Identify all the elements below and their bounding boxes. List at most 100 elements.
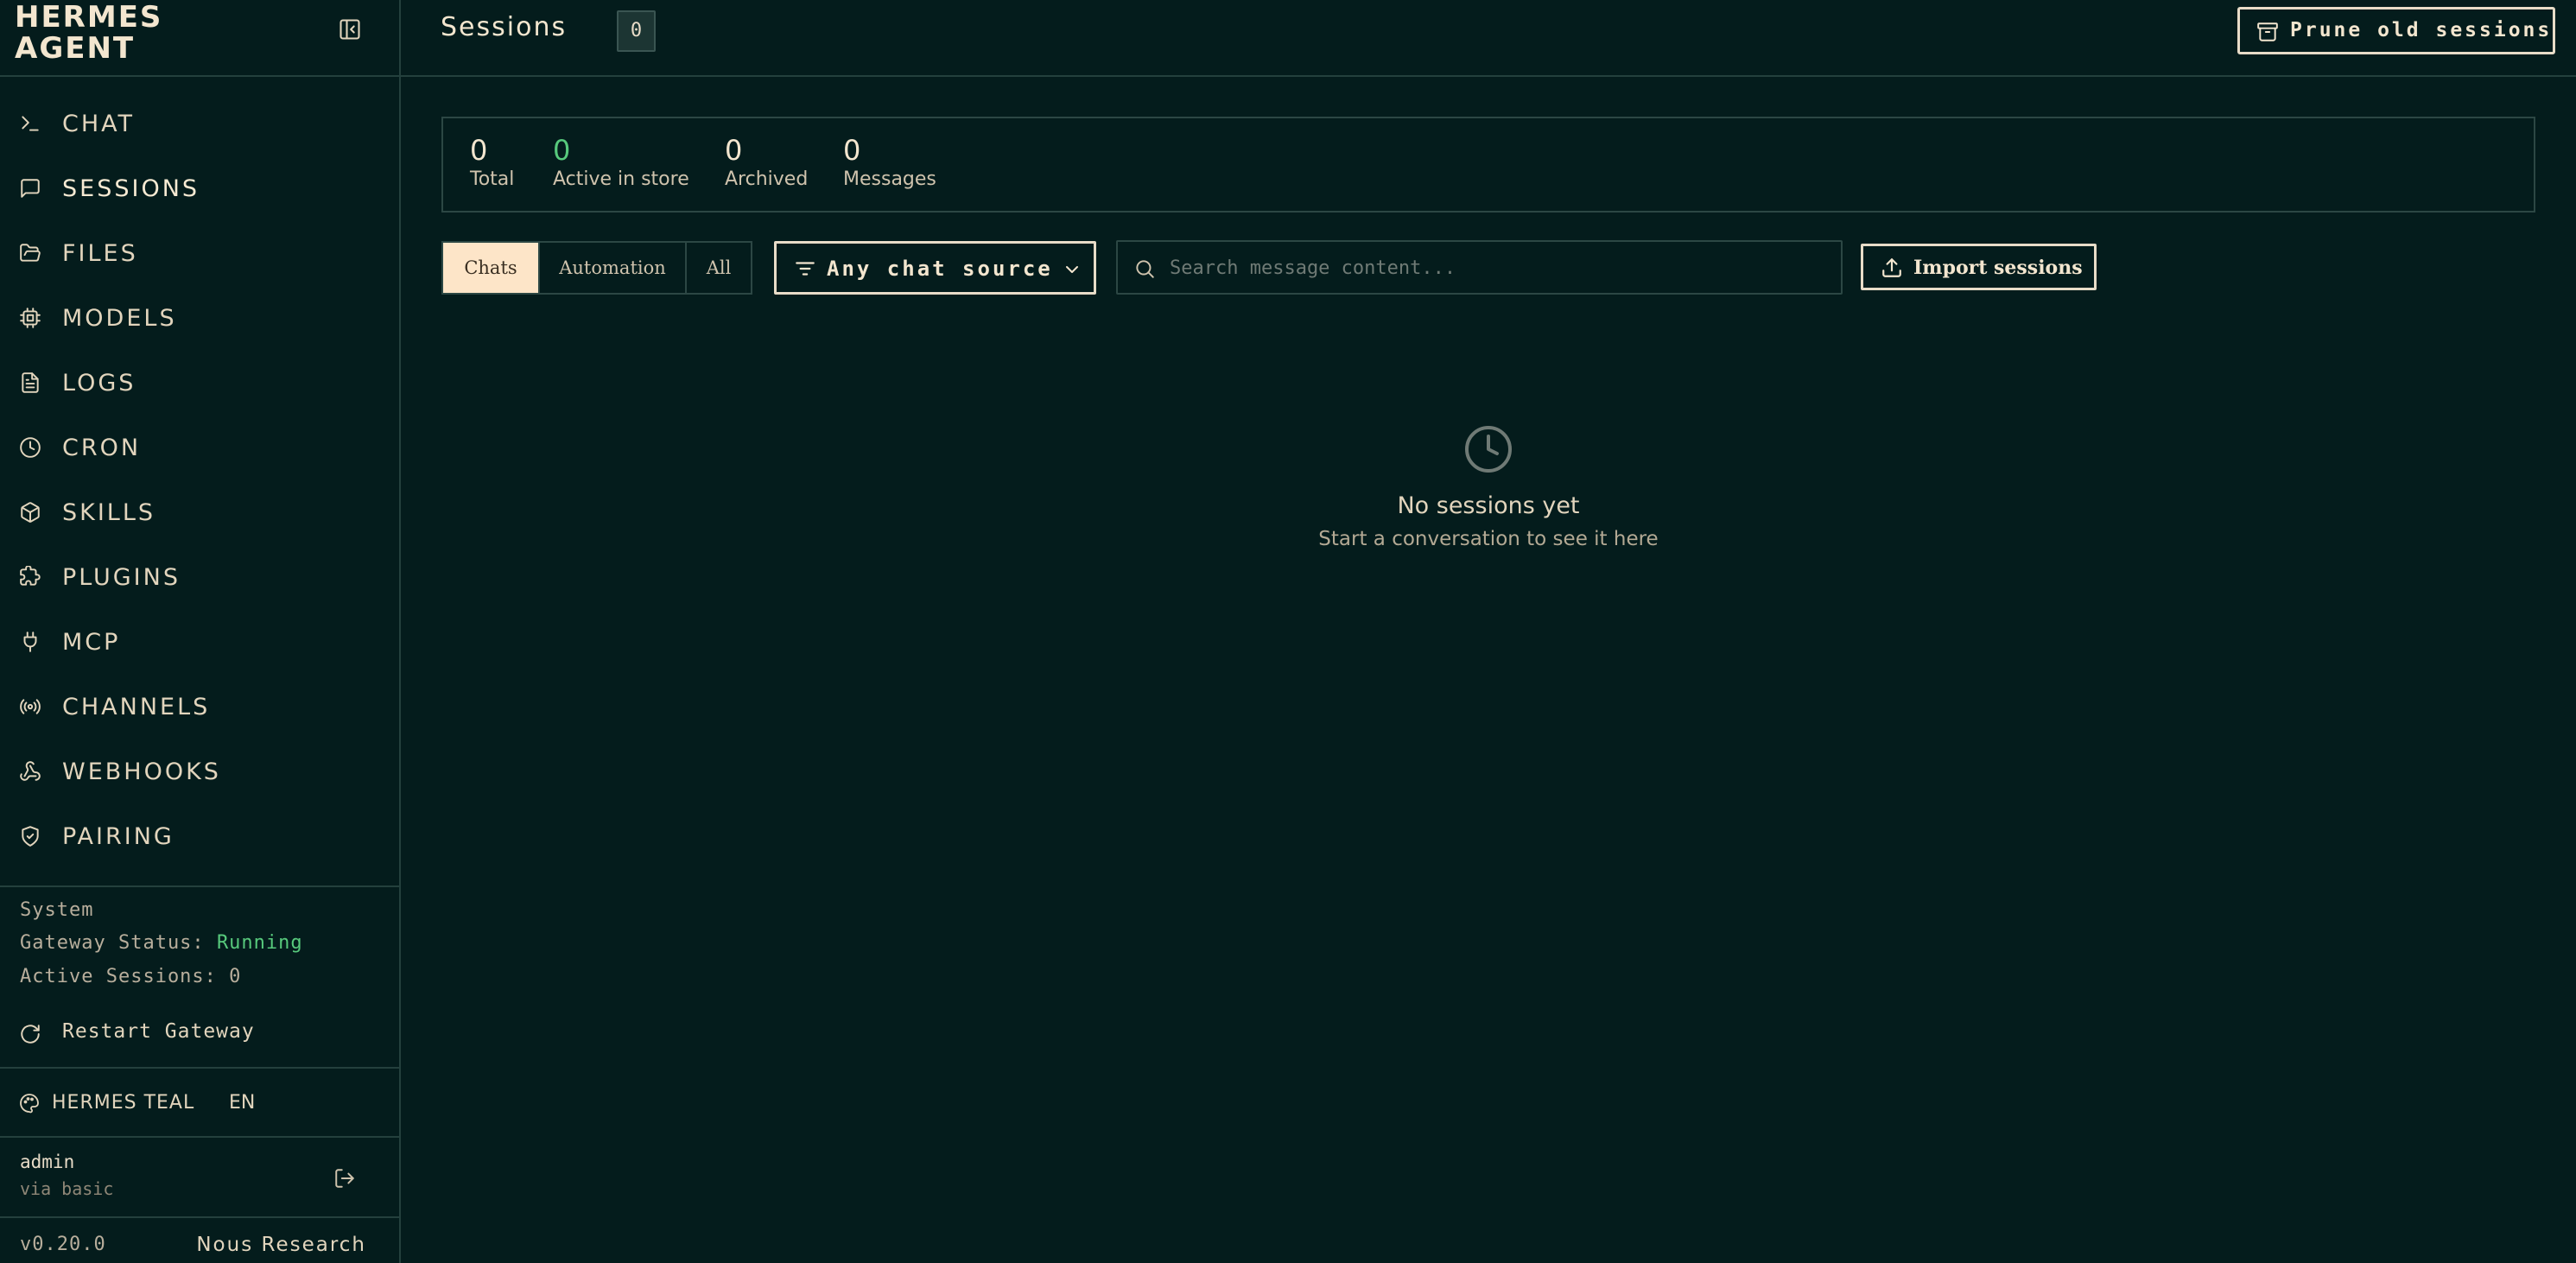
sidebar-item-skills[interactable]: SKILLS bbox=[0, 480, 399, 545]
webhook-icon bbox=[19, 760, 41, 783]
user-auth-method: via basic bbox=[20, 1178, 114, 1199]
gateway-status-label: Gateway Status: bbox=[20, 932, 205, 954]
tab-chats[interactable]: Chats bbox=[443, 243, 540, 293]
sidebar-item-sessions[interactable]: SESSIONS bbox=[0, 156, 399, 221]
app-version: v0.20.0 bbox=[20, 1234, 106, 1255]
empty-state-title: No sessions yet bbox=[1397, 492, 1580, 519]
session-type-tabs: Chats Automation All bbox=[441, 241, 752, 295]
cpu-icon bbox=[19, 307, 41, 329]
stat-caption: Messages bbox=[843, 168, 936, 190]
sidebar-item-label: MCP bbox=[62, 629, 121, 656]
sidebar-item-models[interactable]: MODELS bbox=[0, 286, 399, 351]
puzzle-icon bbox=[19, 566, 41, 588]
sidebar-item-label: MODELS bbox=[62, 305, 177, 332]
system-panel: System Gateway Status: Running Active Se… bbox=[0, 885, 399, 1069]
collapse-sidebar-icon[interactable] bbox=[338, 17, 362, 41]
sidebar-item-label: FILES bbox=[62, 240, 138, 267]
main-content: Sessions 0 Prune old sessions 0 Total 0 … bbox=[401, 0, 2576, 1263]
folder-open-icon bbox=[19, 242, 41, 264]
logout-icon[interactable] bbox=[333, 1167, 358, 1191]
gateway-status: Gateway Status: Running bbox=[20, 932, 303, 954]
stat-total: 0 Total bbox=[470, 134, 514, 190]
restart-gateway-label: Restart Gateway bbox=[62, 1020, 255, 1043]
sidebar-item-files[interactable]: FILES bbox=[0, 221, 399, 286]
file-text-icon bbox=[19, 371, 41, 394]
palette-icon bbox=[19, 1093, 40, 1114]
theme-switcher-button[interactable]: HERMES TEAL bbox=[19, 1091, 200, 1117]
gateway-status-value: Running bbox=[216, 932, 303, 954]
sidebar-item-label: WEBHOOKS bbox=[62, 758, 221, 785]
chevron-down-icon bbox=[1062, 259, 1082, 280]
chat-source-filter[interactable]: Any chat source bbox=[774, 241, 1096, 295]
search-input[interactable] bbox=[1168, 251, 1824, 285]
sidebar-item-cron[interactable]: CRON bbox=[0, 416, 399, 480]
filter-icon bbox=[794, 257, 816, 280]
clock-icon bbox=[19, 436, 41, 459]
sidebar-footer: v0.20.0 Nous Research bbox=[0, 1220, 399, 1263]
restart-gateway-button[interactable]: Restart Gateway bbox=[19, 1019, 278, 1050]
stat-caption: Active in store bbox=[553, 168, 689, 190]
package-icon bbox=[19, 501, 41, 524]
sidebar-item-channels[interactable]: CHANNELS bbox=[0, 675, 399, 739]
archive-icon bbox=[2256, 21, 2279, 43]
chat-source-label: Any chat source bbox=[827, 257, 1053, 281]
theme-row: HERMES TEAL EN bbox=[0, 1070, 399, 1138]
page-title: Sessions bbox=[441, 12, 568, 42]
stat-active-in-store: 0 Active in store bbox=[553, 134, 689, 190]
system-heading: System bbox=[20, 899, 94, 921]
tab-automation[interactable]: Automation bbox=[540, 243, 687, 293]
sidebar-item-webhooks[interactable]: WEBHOOKS bbox=[0, 739, 399, 804]
sidebar-item-label: LOGS bbox=[62, 370, 136, 397]
terminal-icon bbox=[19, 112, 41, 135]
prune-label: Prune old sessions bbox=[2290, 19, 2553, 41]
sidebar-nav: CHAT SESSIONS FILES MODELS LOGS CRON SKI… bbox=[0, 92, 399, 869]
sidebar-item-plugins[interactable]: PLUGINS bbox=[0, 545, 399, 610]
language-switcher[interactable]: EN bbox=[229, 1092, 255, 1114]
sidebar: HERMES AGENT CHAT SESSIONS FILES MODELS … bbox=[0, 0, 401, 1263]
upload-icon bbox=[1881, 257, 1903, 279]
sidebar-item-label: SKILLS bbox=[62, 499, 156, 526]
sidebar-item-label: CHAT bbox=[62, 111, 136, 137]
theme-label: HERMES TEAL bbox=[52, 1092, 195, 1114]
search-box bbox=[1116, 240, 1843, 295]
stat-caption: Archived bbox=[725, 168, 809, 190]
plug-icon bbox=[19, 631, 41, 653]
page-header: Sessions 0 Prune old sessions bbox=[401, 0, 2576, 77]
stat-value: 0 bbox=[470, 134, 488, 167]
refresh-icon bbox=[19, 1023, 41, 1045]
sidebar-item-chat[interactable]: CHAT bbox=[0, 92, 399, 156]
stat-archived: 0 Archived bbox=[725, 134, 808, 190]
import-sessions-button[interactable]: Import sessions bbox=[1861, 244, 2097, 290]
empty-state-subtitle: Start a conversation to see it here bbox=[1318, 528, 1659, 550]
search-icon bbox=[1133, 257, 1156, 280]
user-panel: admin via basic bbox=[0, 1139, 399, 1218]
import-sessions-label: Import sessions bbox=[1913, 257, 2083, 279]
brand-header: HERMES AGENT bbox=[0, 0, 399, 77]
sidebar-item-mcp[interactable]: MCP bbox=[0, 610, 399, 675]
sidebar-item-label: PAIRING bbox=[62, 823, 174, 850]
stat-caption: Total bbox=[470, 168, 515, 190]
sidebar-item-label: CRON bbox=[62, 435, 142, 461]
stat-value: 0 bbox=[725, 134, 743, 167]
user-name: admin bbox=[20, 1152, 75, 1172]
radio-icon bbox=[19, 695, 41, 718]
tab-all[interactable]: All bbox=[687, 243, 751, 293]
sidebar-item-label: PLUGINS bbox=[62, 564, 181, 591]
sidebar-item-label: CHANNELS bbox=[62, 694, 211, 720]
org-link[interactable]: Nous Research bbox=[196, 1234, 366, 1256]
empty-state: No sessions yet Start a conversation to … bbox=[401, 423, 2576, 550]
message-square-icon bbox=[19, 177, 41, 200]
shield-check-icon bbox=[19, 825, 41, 847]
sidebar-item-pairing[interactable]: PAIRING bbox=[0, 804, 399, 869]
stat-value: 0 bbox=[553, 134, 571, 167]
clock-icon bbox=[1462, 423, 1514, 475]
session-count-badge: 0 bbox=[617, 10, 656, 52]
stat-messages: 0 Messages bbox=[843, 134, 936, 190]
stats-panel: 0 Total 0 Active in store 0 Archived 0 M… bbox=[441, 117, 2535, 213]
prune-old-sessions-button[interactable]: Prune old sessions bbox=[2237, 7, 2555, 54]
stat-value: 0 bbox=[843, 134, 861, 167]
active-sessions-count: Active Sessions: 0 bbox=[20, 966, 242, 987]
app-logo-title: HERMES AGENT bbox=[15, 0, 163, 66]
sidebar-item-label: SESSIONS bbox=[62, 175, 200, 202]
sidebar-item-logs[interactable]: LOGS bbox=[0, 351, 399, 416]
